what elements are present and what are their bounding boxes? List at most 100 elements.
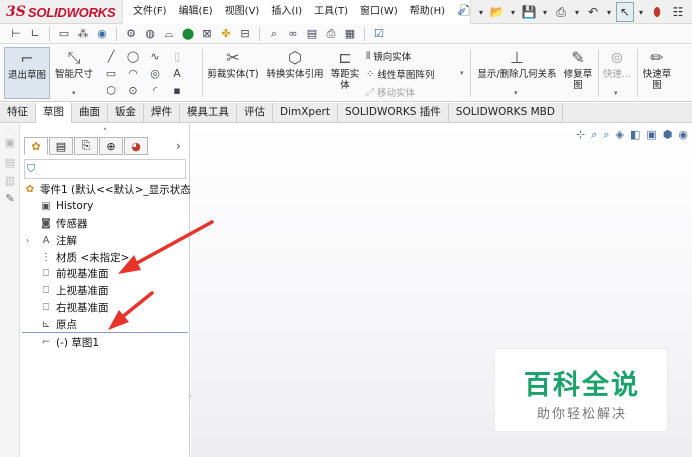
save-icon[interactable]: 💾 — [520, 2, 538, 22]
menu-tools[interactable]: 工具(T) — [308, 0, 354, 24]
linear-pattern-button[interactable]: ⁘ 线性草图阵列 — [366, 67, 434, 82]
settings-gear-icon[interactable]: ⚙ — [123, 26, 139, 42]
corner-tool-icon[interactable]: ∟ — [27, 26, 43, 42]
exit-sketch-button[interactable]: ⌐ 退出草图 — [4, 47, 50, 99]
convert-entities-button[interactable]: ⬡ 转换实体引用 — [263, 47, 327, 80]
smart-dimension-button[interactable]: ⤡ 智能尺寸 — [52, 47, 96, 80]
rail-drawing-icon[interactable]: ▥ — [3, 174, 17, 188]
open-dropdown-icon[interactable]: ▾ — [509, 2, 517, 22]
select-cursor-icon[interactable]: ↖ — [616, 2, 634, 22]
grid-icon[interactable]: ▦ — [342, 26, 358, 42]
zoom-to-area-icon[interactable]: ⌕ — [591, 128, 597, 142]
quick-snaps-button[interactable]: ⊚ 快速... — [601, 47, 633, 80]
line-icon[interactable]: ╱ — [100, 48, 122, 65]
expand-chevron-icon[interactable]: › — [26, 236, 29, 245]
tree-item-history[interactable]: ▣ History — [39, 198, 93, 214]
section-view-icon[interactable]: ◈ — [616, 128, 624, 142]
print-dropdown-icon[interactable]: ▾ — [573, 2, 581, 22]
panel-grip[interactable]: • — [20, 124, 190, 136]
spline-icon[interactable]: ∿ — [144, 48, 166, 65]
fillet-icon[interactable]: ◜ — [144, 82, 166, 99]
menu-file[interactable]: 文件(F) — [127, 0, 173, 24]
new-dropdown-icon[interactable]: ▾ — [477, 2, 485, 22]
tab-solidworks-addins[interactable]: SOLIDWORKS 插件 — [338, 103, 449, 123]
slot-icon[interactable]: ▯ — [166, 48, 188, 65]
print-icon[interactable]: ⎙ — [552, 2, 570, 22]
dot-icon[interactable]: ▪ — [166, 82, 188, 99]
menu-help[interactable]: 帮助(H) — [404, 0, 451, 24]
tree-item-origin[interactable]: ⊾ 原点 — [39, 316, 77, 332]
new-document-icon[interactable]: 🗋 — [456, 2, 474, 22]
feature-tree-tab-icon[interactable]: ✿ — [24, 137, 48, 155]
bolt-icon[interactable]: ✤ — [218, 26, 234, 42]
property-manager-tab-icon[interactable]: ▤ — [49, 137, 73, 155]
repair-sketch-button[interactable]: ✎ 修复草 图 — [562, 47, 594, 91]
smart-dimension-dropdown-icon[interactable]: ▾ — [72, 89, 76, 97]
plug-icon[interactable]: ⊟ — [237, 26, 253, 42]
mirror-entities-button[interactable]: ⫴ 镜向实体 — [366, 49, 411, 64]
tree-item-sensors[interactable]: ◙ 传感器 — [39, 215, 87, 231]
display-manager-tab-icon[interactable]: ◕ — [124, 137, 148, 155]
text-icon[interactable]: A — [166, 65, 188, 82]
tree-item-top-plane[interactable]: ⎕ 上视基准面 — [39, 282, 109, 298]
view-orientation-icon[interactable]: ◧ — [630, 128, 640, 142]
relations-dropdown-icon[interactable]: ▾ — [514, 89, 518, 97]
tab-surfaces[interactable]: 曲面 — [72, 103, 108, 123]
menu-insert[interactable]: 插入(I) — [265, 0, 308, 24]
menu-window[interactable]: 窗口(W) — [354, 0, 404, 24]
tab-mold-tools[interactable]: 模具工具 — [180, 103, 237, 123]
rail-part-icon[interactable]: ▣ — [3, 136, 17, 150]
location-pin-icon[interactable]: ⬤ — [180, 26, 196, 42]
tree-item-part[interactable]: ✿ 零件1 (默认<<默认>_显示状态 — [23, 181, 191, 197]
gauge-icon[interactable]: ⊠ — [199, 26, 215, 42]
sphere-icon[interactable]: ◍ — [142, 26, 158, 42]
solidworks-logo[interactable]: 3S SOLIDWORKS — [6, 3, 116, 21]
assembly-icon[interactable]: ⁂ — [75, 26, 91, 42]
point-icon[interactable]: ⊙ — [122, 82, 144, 99]
tab-sheet-metal[interactable]: 钣金 — [108, 103, 144, 123]
rail-assembly-icon[interactable]: ▤ — [3, 156, 17, 170]
tree-item-front-plane[interactable]: ⎕ 前视基准面 — [39, 265, 109, 281]
display-relations-button[interactable]: ⊥ 显示/删除几何关系 — [473, 47, 561, 80]
hat-icon[interactable]: ⌓ — [161, 26, 177, 42]
rail-tools-icon[interactable]: ✎ — [3, 192, 17, 206]
zoom-to-fit-icon[interactable]: ⊹ — [576, 128, 585, 142]
chevron-right-icon[interactable]: › — [176, 139, 181, 153]
pattern-dropdown-icon[interactable]: ▾ — [460, 69, 464, 77]
undo-icon[interactable]: ↶ — [584, 2, 602, 22]
dimxpert-manager-tab-icon[interactable]: ⊕ — [99, 137, 123, 155]
appearance-icon[interactable]: ◉ — [678, 128, 688, 142]
menu-edit[interactable]: 编辑(E) — [173, 0, 219, 24]
print-preview-icon[interactable]: ⎙ — [323, 26, 339, 42]
appearance-icon[interactable]: ◉ — [94, 26, 110, 42]
move-entities-button[interactable]: ⤢ 移动实体 — [366, 85, 415, 100]
configuration-manager-tab-icon[interactable]: ⎘ — [74, 137, 98, 155]
tree-item-sketch1[interactable]: ⌐ (-) 草图1 — [39, 334, 99, 350]
tab-sketch[interactable]: 草图 — [36, 103, 72, 123]
tree-item-right-plane[interactable]: ⎕ 右视基准面 — [39, 299, 109, 315]
ellipse-icon[interactable]: ◎ — [144, 65, 166, 82]
trim-entities-button[interactable]: ✂ 剪裁实体(T) — [206, 47, 260, 80]
display-style-icon[interactable]: ▣ — [646, 128, 656, 142]
line-tool-icon[interactable]: ⊢ — [8, 26, 24, 42]
menu-view[interactable]: 视图(V) — [219, 0, 266, 24]
tab-weldments[interactable]: 焊件 — [144, 103, 180, 123]
graphics-area[interactable]: ⊹ ⌕ ⌕ ◈ ◧ ▣ ⬢ ◉ 百科全说 助你轻松解决 — [191, 124, 692, 457]
traffic-light-icon[interactable]: ⬮ — [648, 2, 666, 22]
tab-dimxpert[interactable]: DimXpert — [273, 103, 338, 123]
offset-entities-button[interactable]: ⊏ 等距实 体 — [328, 47, 362, 91]
tab-solidworks-mbd[interactable]: SOLIDWORKS MBD — [449, 103, 563, 123]
zoom-icon[interactable]: ⌕ — [266, 26, 282, 42]
undo-dropdown-icon[interactable]: ▾ — [605, 2, 613, 22]
save-dropdown-icon[interactable]: ▾ — [541, 2, 549, 22]
tree-filter[interactable]: ⛉ — [24, 159, 186, 179]
sheet-icon[interactable]: ▤ — [304, 26, 320, 42]
open-folder-icon[interactable]: 📂 — [488, 2, 506, 22]
arc-icon[interactable]: ◠ — [122, 65, 144, 82]
rollback-bar[interactable] — [22, 332, 188, 333]
rectangle-icon[interactable]: ▭ — [100, 65, 122, 82]
monitor-icon[interactable]: ▭ — [56, 26, 72, 42]
hide-show-icon[interactable]: ⬢ — [663, 128, 673, 142]
file-properties-icon[interactable]: ☷ — [669, 2, 687, 22]
tree-item-material[interactable]: ⋮ 材质 <未指定> — [39, 249, 129, 265]
